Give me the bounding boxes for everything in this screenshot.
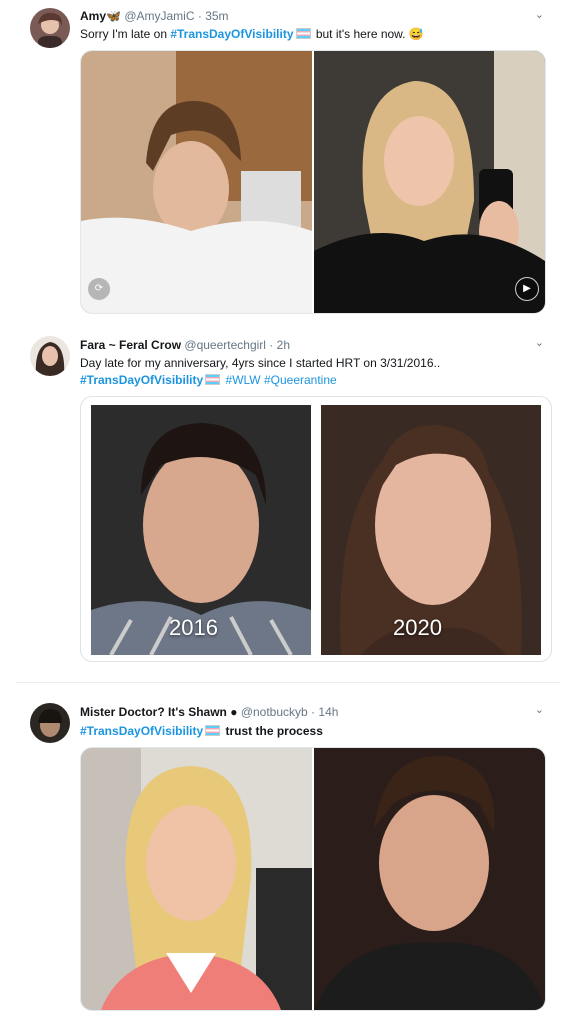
butterfly-emoji-icon: 🦋 [106,9,121,23]
chevron-down-icon[interactable]: ⌄ [535,8,544,21]
tweet-card[interactable]: Mister Doctor? It's Shawn ● @notbuckyb ·… [16,682,560,1025]
divider [0,672,575,680]
timestamp[interactable]: 14h [318,705,338,719]
divider [0,320,575,328]
user-handle[interactable]: @notbuckyb [241,705,308,719]
timestamp[interactable]: 2h [277,338,290,352]
hashtag-link[interactable]: #TransDayOfVisibility [80,373,203,387]
tweet-header: Amy🦋 @AmyJamiC · 35m [80,9,229,23]
tweet-header: Mister Doctor? It's Shawn ● @notbuckyb ·… [80,705,339,719]
photo-before[interactable] [81,748,312,1010]
tweet-media[interactable]: ⟳ ▶ [80,50,546,314]
photo-before[interactable]: 2016 [91,405,311,655]
tweet-text: #TransDayOfVisibility trust the process [80,724,323,738]
tweet-text: Sorry I'm late on #TransDayOfVisibility … [80,27,424,41]
tweet-header: Fara ~ Feral Crow @queertechgirl · 2h [80,338,290,352]
tweet-media[interactable]: 2016 2020 [80,396,552,662]
chevron-down-icon[interactable]: ⌄ [535,703,544,716]
hashtag-link[interactable]: #Queerantine [264,373,337,387]
user-handle[interactable]: @AmyJamiC [124,9,194,23]
chevron-down-icon[interactable]: ⌄ [535,336,544,349]
tweet-text: Day late for my anniversary, 4yrs since … [80,356,441,387]
hashtag-link[interactable]: #TransDayOfVisibility [170,27,293,41]
photo-after[interactable] [314,748,545,1010]
tweet-card[interactable]: Fara ~ Feral Crow @queertechgirl · 2h ⌄ … [16,330,560,670]
display-name[interactable]: Amy [80,9,106,23]
photo-before[interactable]: ⟳ [81,51,312,313]
hashtag-link[interactable]: #TransDayOfVisibility [80,724,203,738]
year-label: 2016 [169,615,218,640]
trans-flag-icon [205,725,221,736]
display-name[interactable]: Mister Doctor? It's Shawn [80,705,227,719]
photo-after[interactable]: 2020 [321,405,541,655]
tweet-card[interactable]: Amy🦋 @AmyJamiC · 35m ⌄ Sorry I'm late on… [16,0,560,322]
play-icon[interactable]: ▶ [515,277,539,301]
trans-flag-icon [295,28,311,39]
avatar[interactable] [30,8,70,48]
hashtag-link[interactable]: #WLW [226,373,261,387]
photo-after[interactable]: ▶ [314,51,545,313]
trans-flag-icon [205,374,221,385]
avatar[interactable] [30,703,70,743]
user-handle[interactable]: @queertechgirl [184,338,266,352]
gif-badge-icon[interactable]: ⟳ [87,277,111,301]
timestamp[interactable]: 35m [205,9,228,23]
record-icon: ● [230,705,238,719]
year-label: 2020 [393,615,442,640]
tweet-media[interactable] [80,747,546,1011]
display-name[interactable]: Fara ~ Feral Crow [80,338,181,352]
avatar[interactable] [30,336,70,376]
